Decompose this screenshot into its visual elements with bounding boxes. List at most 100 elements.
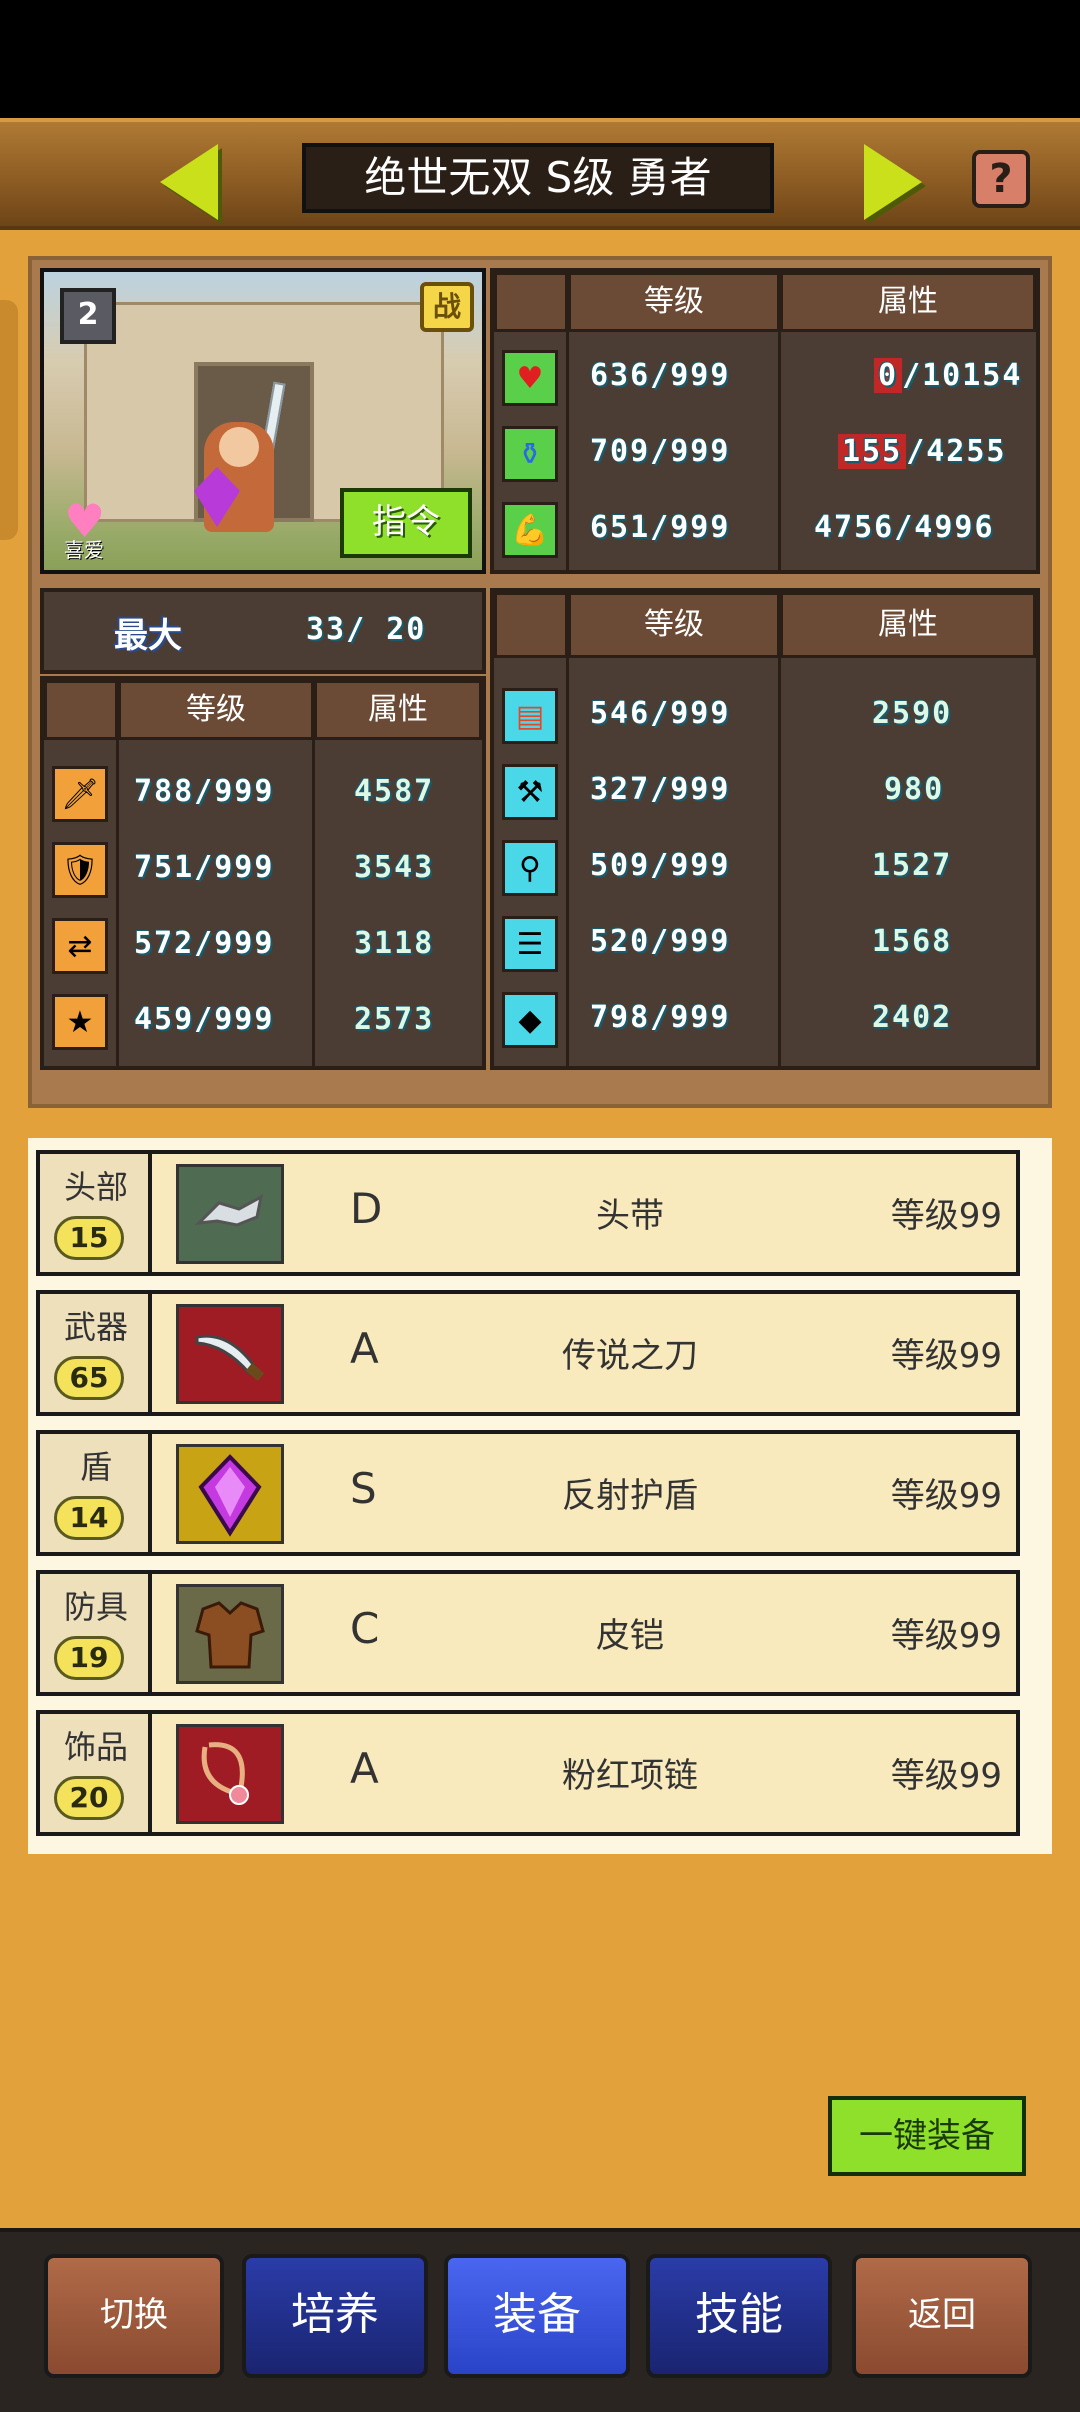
equipment-name: 皮铠 — [596, 1616, 664, 1656]
slot-name: 武器 — [63, 1308, 128, 1346]
luck-attr: 2573 — [354, 1002, 435, 1037]
shovel-attr: 1527 — [872, 848, 953, 883]
command-button[interactable]: 指令 — [340, 488, 472, 558]
hammer-icon: ⚒ — [502, 764, 558, 820]
luck-level: 459/999 — [134, 1002, 275, 1037]
column-header-attr: 属性 — [780, 272, 1036, 332]
battle-badge: 战 — [420, 282, 474, 332]
column-header-attr: 属性 — [780, 592, 1036, 658]
speed-level: 572/999 — [134, 926, 275, 961]
nav-train-button[interactable]: 培养 — [242, 2254, 428, 2378]
column-header-attr: 属性 — [314, 680, 482, 740]
level-row: 最大 33/ 20 — [40, 588, 486, 674]
prev-arrow-icon[interactable] — [160, 144, 218, 220]
equipment-row-armor[interactable]: 防具 19 C 皮铠 等级99 — [36, 1570, 1020, 1696]
equipment-grade: A — [350, 1744, 379, 1793]
shovel-level: 509/999 — [590, 848, 731, 883]
mp-attr: 155/4255 — [838, 434, 1007, 469]
slot-level-badge: 20 — [54, 1776, 124, 1820]
equipment-grade: D — [350, 1184, 383, 1233]
speed-icon: ⇄ — [52, 918, 108, 974]
defense-attr: 3543 — [354, 850, 435, 885]
column-header-level: 等级 — [568, 592, 780, 658]
book-attr: 2590 — [872, 696, 953, 731]
rank-badge: 2 — [60, 288, 116, 344]
hammer-level: 327/999 — [590, 772, 731, 807]
level-value: 33/ 20 — [306, 612, 427, 647]
equipment-row-shield[interactable]: 盾 14 S 反射护盾 等级99 — [36, 1430, 1020, 1556]
bottom-nav: 切换 培养 装备 技能 返回 — [0, 2228, 1080, 2412]
hp-level: 636/999 — [590, 358, 731, 393]
slot-name: 盾 — [79, 1448, 112, 1486]
slot-cell: 武器 65 — [40, 1294, 152, 1412]
table-corner — [494, 592, 568, 658]
defense-level: 751/999 — [134, 850, 275, 885]
slot-level-badge: 19 — [54, 1636, 124, 1680]
chest-icon: ☰ — [502, 916, 558, 972]
column-header-level: 等级 — [568, 272, 780, 332]
blade-icon — [176, 1304, 284, 1404]
chest-attr: 1568 — [872, 924, 953, 959]
character-portrait: 2 战 ♥ 喜爱 指令 — [40, 268, 486, 574]
gem-shield-icon — [176, 1444, 284, 1544]
equipment-level: 等级99 — [890, 1336, 1002, 1376]
slot-level-badge: 65 — [54, 1356, 124, 1400]
equipment-name: 粉红项链 — [562, 1756, 698, 1796]
equipment-level: 等级99 — [890, 1196, 1002, 1236]
equip-all-button[interactable]: 一键装备 — [828, 2096, 1026, 2176]
shield-icon: 🛡 — [52, 842, 108, 898]
equipment-row-weapon[interactable]: 武器 65 A 传说之刀 等级99 — [36, 1290, 1020, 1416]
slot-level-badge: 14 — [54, 1496, 124, 1540]
column-header-level: 等级 — [118, 680, 314, 740]
nav-back-button[interactable]: 返回 — [852, 2254, 1032, 2378]
equipment-name: 传说之刀 — [562, 1336, 698, 1376]
slot-cell: 头部 15 — [40, 1154, 152, 1272]
slot-cell: 盾 14 — [40, 1434, 152, 1552]
book-icon: ▤ — [502, 688, 558, 744]
attack-level: 788/999 — [134, 774, 275, 809]
work-stats-table: 等级 属性 ▤ 546/999 2590 ⚒ 327/999 980 ⚲ 509… — [490, 588, 1040, 1070]
stamina-attr: 4756/4996 — [814, 510, 995, 545]
combat-stats-table: 等级 属性 🗡 788/999 4587 🛡 751/999 3543 ⇄ 57… — [40, 676, 486, 1070]
character-title: 绝世无双 S级 勇者 — [302, 143, 774, 213]
nav-equip-button[interactable]: 装备 — [444, 2254, 630, 2378]
book-level: 546/999 — [590, 696, 731, 731]
speed-attr: 3118 — [354, 926, 435, 961]
nav-switch-button[interactable]: 切换 — [44, 2254, 224, 2378]
leather-armor-icon — [176, 1584, 284, 1684]
equipment-name: 反射护盾 — [562, 1476, 698, 1516]
heart-icon: ♥ — [502, 350, 558, 406]
equipment-level: 等级99 — [890, 1476, 1002, 1516]
equipment-level: 等级99 — [890, 1756, 1002, 1796]
equipment-name: 头带 — [596, 1196, 664, 1236]
attack-attr: 4587 — [354, 774, 435, 809]
sword-icon: 🗡 — [52, 766, 108, 822]
headband-icon — [176, 1164, 284, 1264]
slot-cell: 防具 19 — [40, 1574, 152, 1692]
favorite-label: 喜爱 — [64, 538, 104, 562]
equipment-grade: S — [350, 1464, 377, 1513]
side-tab[interactable] — [0, 300, 18, 540]
help-button[interactable]: ? — [972, 150, 1030, 208]
slot-name: 防具 — [63, 1588, 128, 1626]
slot-name: 饰品 — [63, 1728, 128, 1766]
stamina-icon: 💪 — [502, 502, 558, 558]
slot-name: 头部 — [63, 1168, 128, 1206]
nav-skills-button[interactable]: 技能 — [646, 2254, 832, 2378]
crystal-attr: 2402 — [872, 1000, 953, 1035]
equipment-row-head[interactable]: 头部 15 D 头带 等级99 — [36, 1150, 1020, 1276]
crystal-icon: ◆ — [502, 992, 558, 1048]
potion-icon: ⚱ — [502, 426, 558, 482]
mp-level: 709/999 — [590, 434, 731, 469]
table-corner — [44, 680, 118, 740]
chest-level: 520/999 — [590, 924, 731, 959]
equipment-level: 等级99 — [890, 1616, 1002, 1656]
next-arrow-icon[interactable] — [864, 144, 922, 220]
equipment-grade: C — [350, 1604, 380, 1653]
equipment-row-accessory[interactable]: 饰品 20 A 粉红项链 等级99 — [36, 1710, 1020, 1836]
hammer-attr: 980 — [884, 772, 945, 807]
equipment-grade: A — [350, 1324, 379, 1373]
hp-attr: 0/10154 — [874, 358, 1022, 393]
slot-cell: 饰品 20 — [40, 1714, 152, 1832]
crystal-level: 798/999 — [590, 1000, 731, 1035]
